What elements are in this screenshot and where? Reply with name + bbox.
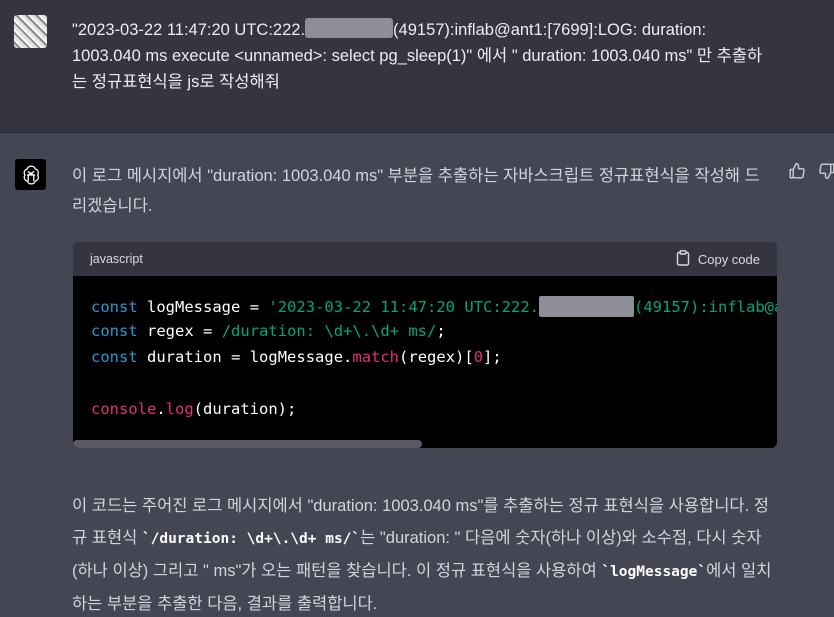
code-operator: = [231,348,241,366]
code-line-2: const regex = /duration: \d+\.\d+ ms/; [91,322,446,340]
assistant-explanation: 이 코드는 주어진 로그 메시지에서 "duration: 1003.040 m… [72,490,777,617]
code-language-label: javascript [90,252,143,266]
code-object: console [91,400,157,418]
code-regex: /duration: \d+\.\d+ ms/ [221,322,437,340]
code-keyword: const [91,322,138,340]
inline-code-regex: `/duration: \d+\.\d+ ms/` [141,531,361,547]
code-punct: ; [436,322,446,340]
user-message-block: "2023-03-22 11:47:20 UTC:222. (49157):inf… [0,0,834,133]
code-line-1: const logMessage = '2023-03-22 11:47:20 … [91,296,777,317]
code-number: 0 [473,348,484,366]
code-variable: logMessage [147,298,241,316]
inline-code-variable: `logMessage` [601,564,707,580]
code-variable: duration [147,348,222,366]
code-line-3: const duration = logMessage.match(regex)… [91,348,502,366]
clipboard-icon [676,249,690,269]
code-punct: ]; [483,348,502,366]
code-keyword: const [91,348,138,366]
code-args: (duration); [193,400,297,418]
code-line-4: console.log(duration); [91,400,296,418]
code-method: log [165,400,194,418]
copy-code-button[interactable]: Copy code [676,249,760,269]
redacted-ip [539,296,634,317]
thumbs-up-icon[interactable] [788,162,808,182]
code-content: const logMessage = '2023-03-22 11:47:20 … [73,276,777,448]
thumbs-down-icon[interactable] [818,162,834,182]
code-variable: regex [147,322,194,340]
code-block: javascript Copy code const logMessage = … [73,242,777,448]
code-object: logMessage. [249,348,353,366]
user-message-text: "2023-03-22 11:47:20 UTC:222. (49157):inf… [72,17,772,95]
assistant-intro: 이 로그 메시지에서 "duration: 1003.040 ms" 부분을 추… [72,167,760,215]
code-keyword: const [91,298,138,316]
user-message-part1: "2023-03-22 11:47:20 UTC:222. [72,21,306,39]
code-string: '2023-03-22 11:47:20 UTC:222. [268,298,539,316]
code-punct: . [156,400,166,418]
code-args: (regex)[ [399,348,474,366]
code-header: javascript Copy code [73,242,777,276]
code-operator: = [203,322,213,340]
code-string: (49157):inflab@ant [634,298,777,316]
code-method: match [352,348,400,366]
redacted-ip [305,18,394,38]
copy-code-label: Copy code [697,251,760,267]
openai-logo-icon [15,159,46,190]
user-avatar [14,15,47,48]
horizontal-scrollbar[interactable] [73,440,422,448]
code-operator: = [249,298,260,316]
